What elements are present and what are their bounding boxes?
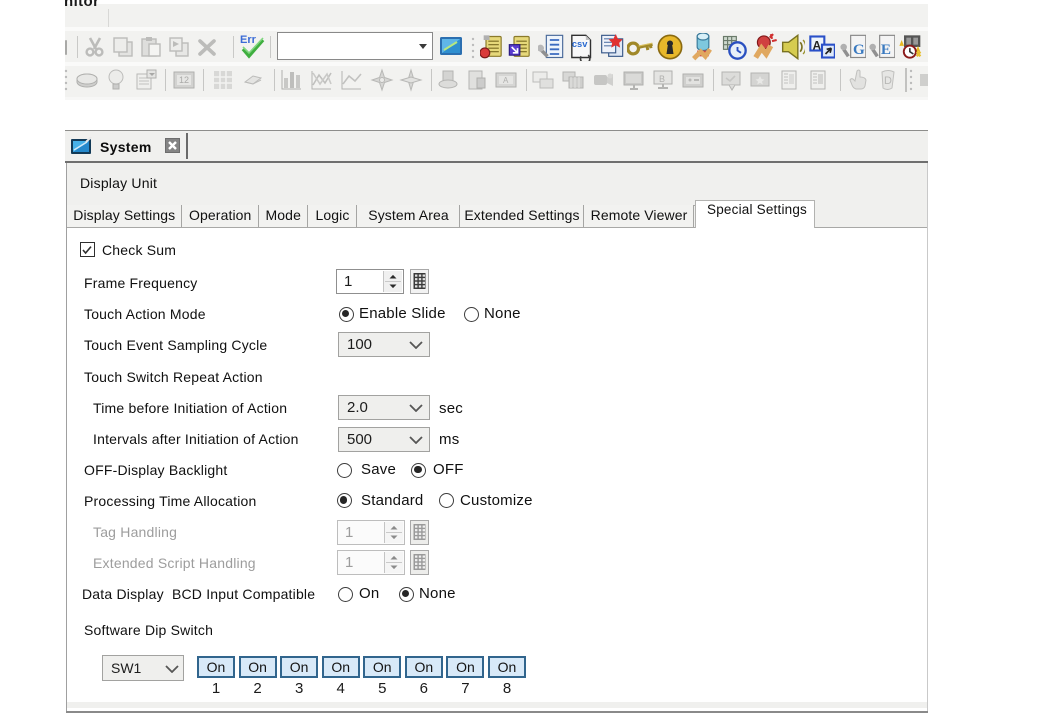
svg-text:B: B (659, 74, 665, 84)
svg-text:Err: Err (240, 34, 257, 46)
svg-text:12: 12 (179, 75, 189, 85)
svg-text:A: A (503, 76, 509, 85)
svg-text:A: A (813, 39, 822, 52)
svg-text:csv: csv (572, 39, 588, 49)
svg-text:D: D (884, 75, 892, 87)
svg-text:E: E (881, 41, 891, 58)
svg-text:G: G (853, 41, 865, 58)
